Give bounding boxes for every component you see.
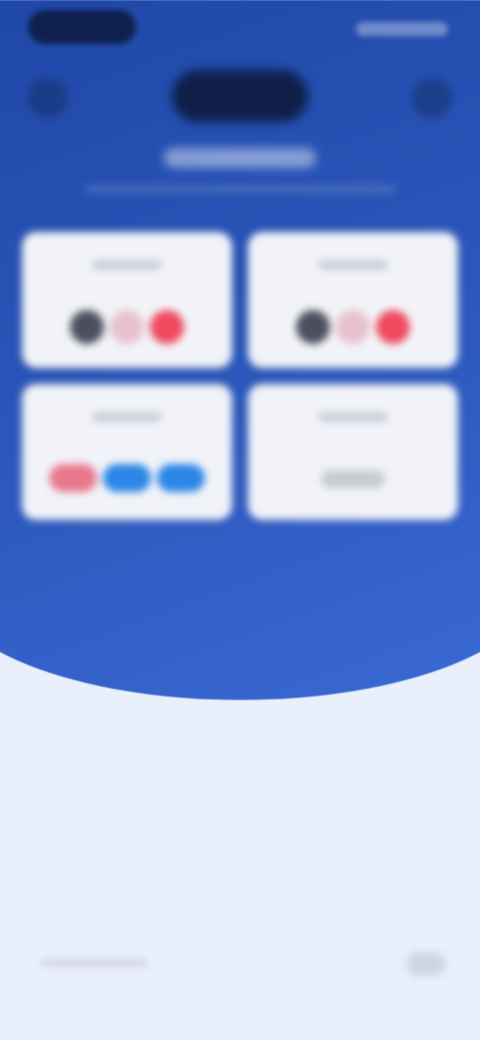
chip bbox=[150, 310, 184, 344]
chip bbox=[49, 464, 97, 492]
bottom-bar bbox=[0, 940, 480, 990]
card-title bbox=[92, 260, 162, 270]
chip bbox=[70, 310, 104, 344]
status-icons bbox=[356, 22, 448, 36]
chip bbox=[296, 310, 330, 344]
option-card[interactable] bbox=[22, 232, 232, 368]
center-pill-button[interactable] bbox=[172, 70, 308, 122]
bottom-action-button[interactable] bbox=[406, 952, 446, 976]
chip bbox=[376, 310, 410, 344]
chip bbox=[157, 464, 205, 492]
status-bar bbox=[0, 0, 480, 56]
option-card[interactable] bbox=[248, 384, 458, 520]
card-title bbox=[318, 260, 388, 270]
card-chips bbox=[248, 310, 458, 344]
card-chips bbox=[22, 464, 232, 492]
chip bbox=[321, 470, 385, 488]
bottom-link[interactable] bbox=[40, 958, 148, 968]
menu-icon[interactable] bbox=[28, 78, 68, 118]
option-card[interactable] bbox=[22, 384, 232, 520]
app-screen bbox=[0, 0, 480, 1040]
profile-icon[interactable] bbox=[412, 78, 452, 118]
card-title bbox=[92, 412, 162, 422]
card-chips bbox=[248, 470, 458, 488]
status-time-pill bbox=[28, 10, 136, 44]
chip bbox=[336, 310, 370, 344]
chip bbox=[103, 464, 151, 492]
hero-subtitle bbox=[84, 184, 396, 194]
card-chips bbox=[22, 310, 232, 344]
card-grid bbox=[22, 232, 458, 520]
card-title bbox=[318, 412, 388, 422]
top-navigation bbox=[0, 70, 480, 126]
chip bbox=[110, 310, 144, 344]
hero-title bbox=[164, 148, 316, 168]
option-card[interactable] bbox=[248, 232, 458, 368]
